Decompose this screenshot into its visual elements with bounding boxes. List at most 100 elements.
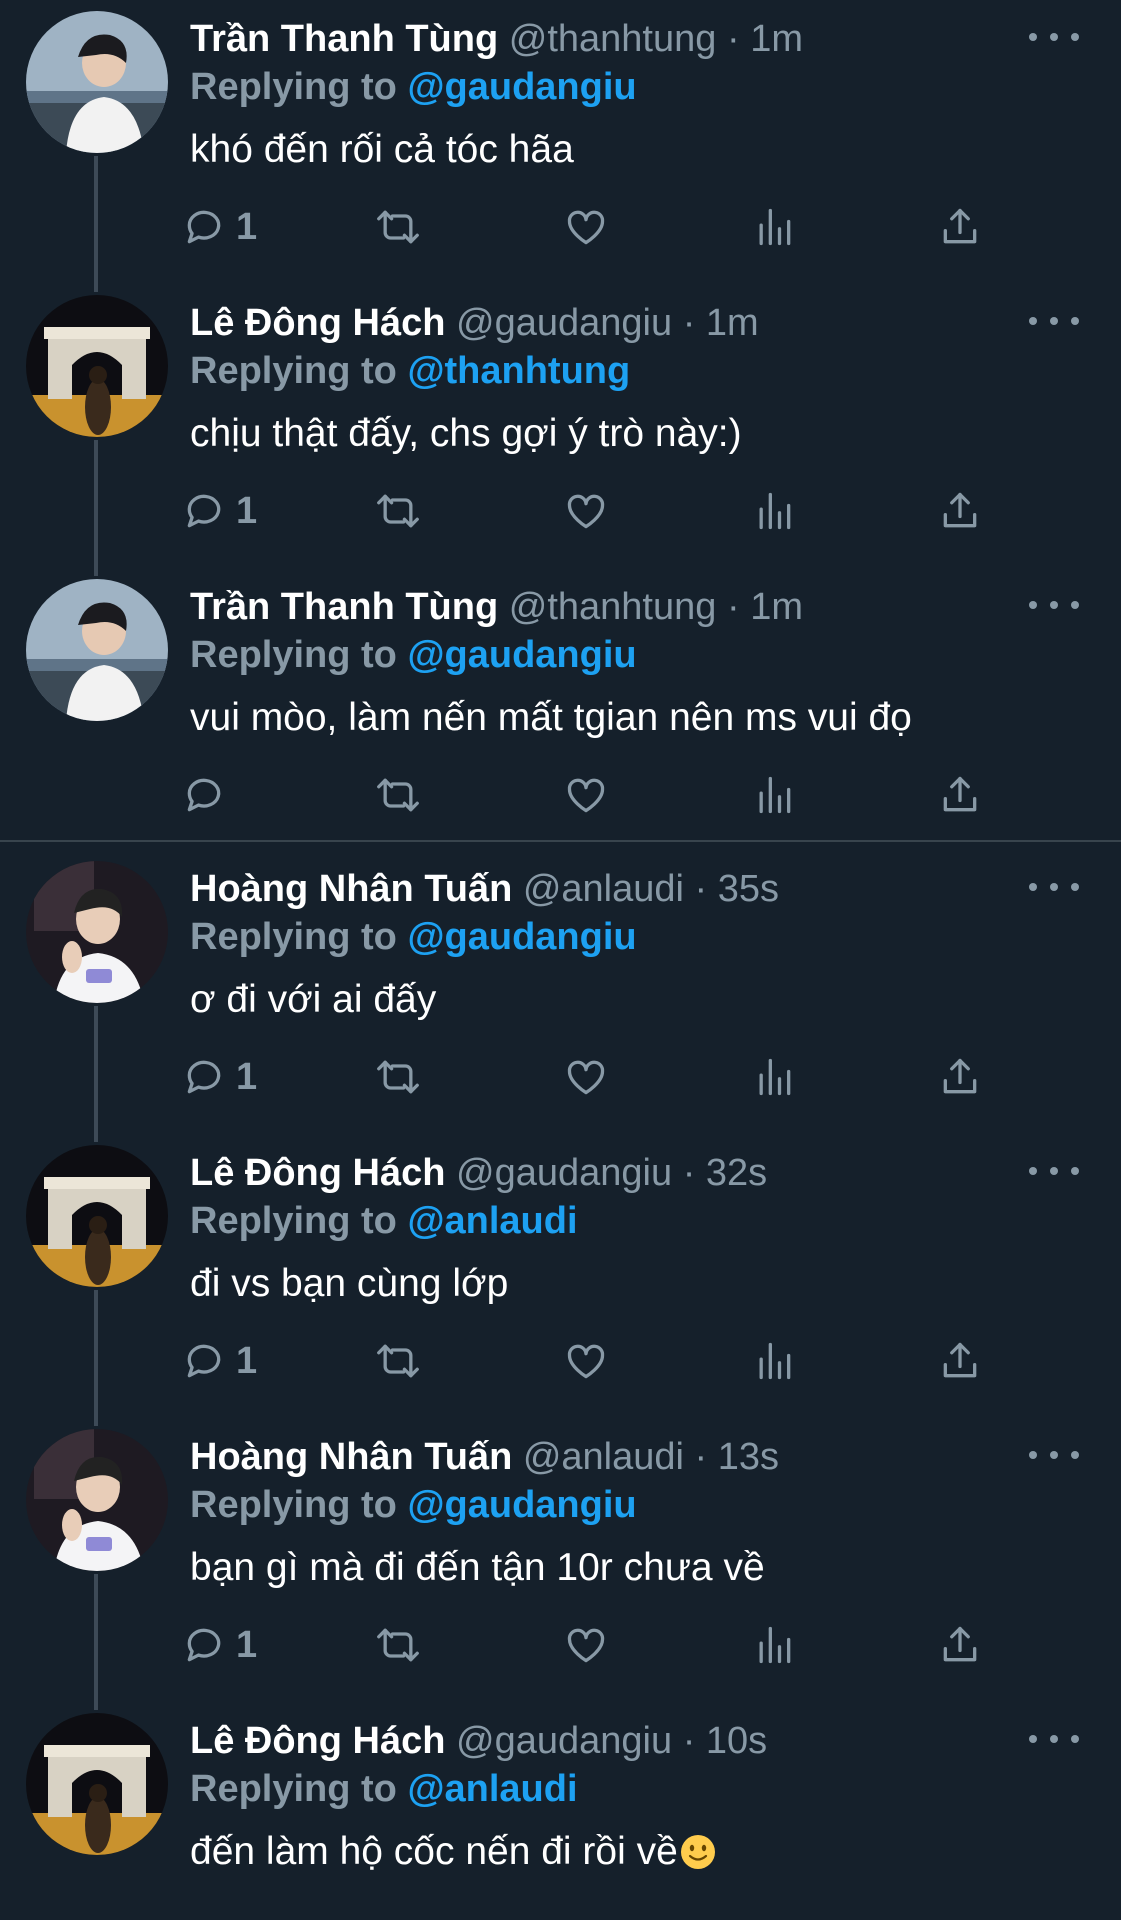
timestamp[interactable]: 1m (706, 302, 759, 344)
replying-to-label: Replying to (190, 1200, 397, 1242)
like-button[interactable] (564, 484, 608, 538)
avatar[interactable] (26, 1713, 168, 1855)
handle[interactable]: @thanhtung (509, 586, 717, 628)
tweet[interactable]: Lê Đông Hách @gaudangiu · 1m Replying to… (0, 284, 1121, 576)
replying-to-label: Replying to (190, 1768, 397, 1810)
retweet-button[interactable] (374, 1334, 422, 1388)
section-divider (0, 840, 1121, 842)
replying-to: Replying to @gaudangiu (190, 62, 637, 112)
like-button[interactable] (564, 768, 608, 822)
mention-link[interactable]: @anlaudi (407, 1768, 577, 1810)
share-button[interactable] (938, 200, 982, 254)
tweet[interactable]: Trần Thanh Tùng @thanhtung · 1m Replying… (0, 568, 1121, 852)
more-icon[interactable] (1029, 22, 1079, 52)
avatar[interactable] (26, 579, 168, 721)
timestamp[interactable]: 35s (718, 868, 779, 910)
more-icon[interactable] (1029, 1156, 1079, 1186)
avatar[interactable] (26, 1429, 168, 1571)
more-icon[interactable] (1029, 590, 1079, 620)
replying-to-label: Replying to (190, 66, 397, 108)
like-button[interactable] (564, 1334, 608, 1388)
retweet-button[interactable] (374, 768, 422, 822)
mention-link[interactable]: @anlaudi (407, 1200, 577, 1242)
display-name[interactable]: Lê Đông Hách (190, 302, 445, 344)
analytics-button[interactable] (752, 484, 796, 538)
handle[interactable]: @thanhtung (509, 18, 717, 60)
replying-to: Replying to @thanhtung (190, 346, 630, 396)
display-name[interactable]: Trần Thanh Tùng (190, 586, 498, 628)
tweet[interactable]: Lê Đông Hách @gaudangiu · 10s Replying t… (0, 1702, 1121, 1920)
avatar[interactable] (26, 295, 168, 437)
handle[interactable]: @anlaudi (523, 1436, 684, 1478)
avatar[interactable] (26, 1145, 168, 1287)
mention-link[interactable]: @thanhtung (407, 350, 630, 392)
retweet-button[interactable] (374, 484, 422, 538)
mention-link[interactable]: @gaudangiu (407, 66, 636, 108)
analytics-button[interactable] (752, 1334, 796, 1388)
replying-to-label: Replying to (190, 634, 397, 676)
share-button[interactable] (938, 768, 982, 822)
reply-icon (187, 1060, 221, 1094)
more-icon[interactable] (1029, 1440, 1079, 1470)
handle[interactable]: @gaudangiu (456, 1152, 672, 1194)
reply-button[interactable]: 1 (182, 1050, 257, 1104)
tweet[interactable]: Hoàng Nhân Tuấn @anlaudi · 35s Replying … (0, 850, 1121, 1142)
reply-button[interactable] (182, 768, 236, 822)
thread-line (94, 1006, 98, 1142)
tweet[interactable]: Lê Đông Hách @gaudangiu · 32s Replying t… (0, 1134, 1121, 1426)
timestamp[interactable]: 10s (706, 1720, 767, 1762)
reply-button[interactable]: 1 (182, 484, 257, 538)
display-name[interactable]: Hoàng Nhân Tuấn (190, 868, 512, 910)
mention-link[interactable]: @gaudangiu (407, 916, 636, 958)
more-icon[interactable] (1029, 306, 1079, 336)
retweet-button[interactable] (374, 1618, 422, 1672)
analytics-icon (759, 1342, 791, 1380)
share-button[interactable] (938, 1618, 982, 1672)
retweet-button[interactable] (374, 200, 422, 254)
reply-button[interactable]: 1 (182, 1618, 257, 1672)
more-icon[interactable] (1029, 872, 1079, 902)
analytics-button[interactable] (752, 1618, 796, 1672)
like-button[interactable] (564, 200, 608, 254)
like-button[interactable] (564, 1618, 608, 1672)
mention-link[interactable]: @gaudangiu (407, 634, 636, 676)
avatar[interactable] (26, 11, 168, 153)
display-name[interactable]: Lê Đông Hách (190, 1152, 445, 1194)
share-button[interactable] (938, 484, 982, 538)
avatar[interactable] (26, 861, 168, 1003)
mention-link[interactable]: @gaudangiu (407, 1484, 636, 1526)
display-name[interactable]: Hoàng Nhân Tuấn (190, 1436, 512, 1478)
reply-button[interactable]: 1 (182, 200, 257, 254)
more-icon[interactable] (1029, 1724, 1079, 1754)
analytics-button[interactable] (752, 1050, 796, 1104)
timestamp[interactable]: 13s (718, 1436, 779, 1478)
tweet-header: Trần Thanh Tùng @thanhtung · 1m (190, 14, 803, 64)
retweet-icon (377, 494, 419, 528)
retweet-button[interactable] (374, 1050, 422, 1104)
reply-count: 1 (236, 1623, 258, 1666)
tweet[interactable]: Trần Thanh Tùng @thanhtung · 1m Replying… (0, 0, 1121, 292)
analytics-button[interactable] (752, 768, 796, 822)
separator-dot: · (726, 586, 740, 628)
share-icon (943, 492, 977, 528)
share-button[interactable] (938, 1334, 982, 1388)
share-button[interactable] (938, 1050, 982, 1104)
reply-icon (187, 778, 221, 812)
like-button[interactable] (564, 1050, 608, 1104)
timestamp[interactable]: 32s (706, 1152, 767, 1194)
heart-icon (567, 494, 605, 529)
handle[interactable]: @anlaudi (523, 868, 684, 910)
separator-dot: · (694, 1436, 708, 1478)
reply-button[interactable]: 1 (182, 1334, 257, 1388)
heart-icon (567, 1628, 605, 1663)
handle[interactable]: @gaudangiu (456, 302, 672, 344)
tweet[interactable]: Hoàng Nhân Tuấn @anlaudi · 13s Replying … (0, 1418, 1121, 1710)
timestamp[interactable]: 1m (750, 18, 803, 60)
analytics-button[interactable] (752, 200, 796, 254)
display-name[interactable]: Trần Thanh Tùng (190, 18, 498, 60)
timestamp[interactable]: 1m (750, 586, 803, 628)
handle[interactable]: @gaudangiu (456, 1720, 672, 1762)
display-name[interactable]: Lê Đông Hách (190, 1720, 445, 1762)
slightly-smiling-face-icon (680, 1835, 715, 1869)
reply-icon (187, 494, 221, 528)
